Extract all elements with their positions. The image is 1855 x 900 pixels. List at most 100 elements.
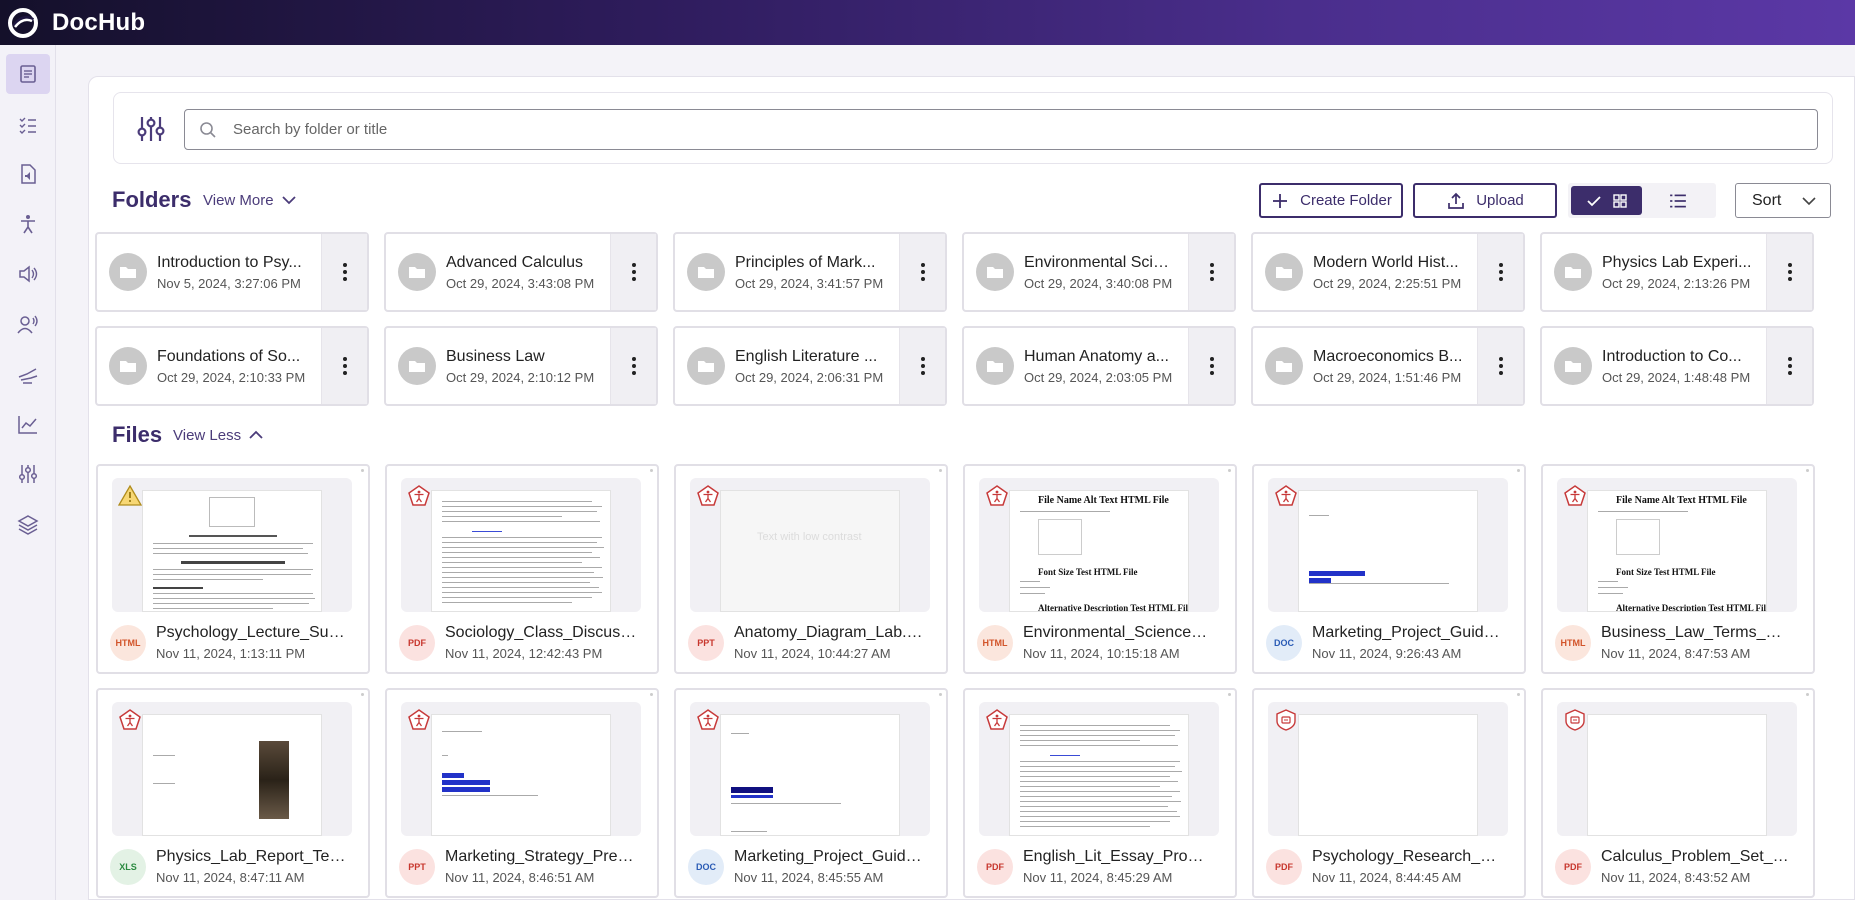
sidebar-item-settings[interactable] xyxy=(6,454,50,494)
folder-more-button[interactable] xyxy=(1766,328,1812,404)
file-card[interactable]: PDF English_Lit_Essay_Prompt... Nov 11, 20… xyxy=(963,688,1237,898)
folder-open-area[interactable]: Principles of Mark... Oct 29, 2024, 3:41:… xyxy=(675,234,899,310)
sidebar-item-checklist[interactable] xyxy=(6,104,50,144)
folder-more-button[interactable] xyxy=(1766,234,1812,310)
folder-open-area[interactable]: Foundations of So... Oct 29, 2024, 2:10:3… xyxy=(97,328,321,404)
file-thumbnail[interactable] xyxy=(401,702,641,836)
folder-more-button[interactable] xyxy=(321,328,367,404)
sidebar-item-sign-language[interactable] xyxy=(6,354,50,394)
file-card[interactable]: DOC Marketing_Project_Guidel... Nov 11, 20… xyxy=(1252,464,1526,674)
grid-view-button[interactable] xyxy=(1571,186,1642,215)
folder-open-area[interactable]: Macroeconomics B... Oct 29, 2024, 1:51:46… xyxy=(1253,328,1477,404)
sort-button[interactable]: Sort xyxy=(1735,183,1831,218)
folder-open-area[interactable]: Environmental Scie... Oct 29, 2024, 3:40:… xyxy=(964,234,1188,310)
folder-open-area[interactable]: Human Anatomy a... Oct 29, 2024, 2:03:05 … xyxy=(964,328,1188,404)
folder-open-area[interactable]: Introduction to Co... Oct 29, 2024, 1:48:… xyxy=(1542,328,1766,404)
app-name: DocHub xyxy=(52,8,146,36)
search-input[interactable] xyxy=(233,121,1793,138)
folder-date: Oct 29, 2024, 2:25:51 PM xyxy=(1313,275,1462,291)
sidebar-item-audio-files[interactable] xyxy=(6,154,50,194)
folder-card[interactable]: Advanced Calculus Oct 29, 2024, 3:43:08 P… xyxy=(384,232,658,312)
filter-button[interactable] xyxy=(136,114,166,144)
card-corner-dot xyxy=(1517,693,1520,696)
sidebar-item-analytics[interactable] xyxy=(6,404,50,444)
folder-more-button[interactable] xyxy=(899,328,945,404)
kebab-menu-icon xyxy=(342,263,347,281)
folder-card[interactable]: Human Anatomy a... Oct 29, 2024, 2:03:05 … xyxy=(962,326,1236,406)
file-type-label: XLS xyxy=(119,861,137,872)
sidebar-item-accessibility[interactable] xyxy=(6,204,50,244)
file-type-label: PPT xyxy=(408,861,426,872)
folder-card[interactable]: Modern World Hist... Oct 29, 2024, 2:25:5… xyxy=(1251,232,1525,312)
file-thumbnail[interactable] xyxy=(1268,702,1508,836)
file-card[interactable]: PDF Sociology_Class_Discussi... Nov 11, 20… xyxy=(385,464,659,674)
list-view-button[interactable] xyxy=(1642,186,1713,215)
folder-more-button[interactable] xyxy=(321,234,367,310)
file-type-label: HTML xyxy=(1560,637,1586,648)
folder-open-area[interactable]: Modern World Hist... Oct 29, 2024, 2:25:5… xyxy=(1253,234,1477,310)
file-card[interactable]: DOC Marketing_Project_Guidel... Nov 11, 20… xyxy=(674,688,948,898)
file-date: Nov 11, 2024, 8:45:55 AM xyxy=(734,870,884,885)
folder-card[interactable]: Macroeconomics B... Oct 29, 2024, 1:51:46… xyxy=(1251,326,1525,406)
create-folder-button[interactable]: Create Folder xyxy=(1259,183,1403,218)
folder-more-button[interactable] xyxy=(1188,234,1234,310)
folder-more-button[interactable] xyxy=(899,234,945,310)
folder-open-area[interactable]: Advanced Calculus Oct 29, 2024, 3:43:08 P… xyxy=(386,234,610,310)
files-view-less-toggle[interactable]: View Less xyxy=(173,426,265,444)
folder-more-button[interactable] xyxy=(610,328,656,404)
file-thumbnail[interactable]: File Name Alt Text HTML File Font Size Te… xyxy=(979,478,1219,612)
folder-card[interactable]: Introduction to Psy... Nov 5, 2024, 3:27:… xyxy=(95,232,369,312)
sidebar-item-audio[interactable] xyxy=(6,254,50,294)
folder-more-button[interactable] xyxy=(1188,328,1234,404)
folder-open-area[interactable]: Physics Lab Experi... Oct 29, 2024, 2:13:… xyxy=(1542,234,1766,310)
file-thumbnail[interactable] xyxy=(112,702,352,836)
folder-card[interactable]: Environmental Scie... Oct 29, 2024, 3:40:… xyxy=(962,232,1236,312)
file-thumbnail[interactable] xyxy=(1557,702,1797,836)
file-type-icon: DOC xyxy=(688,848,724,885)
file-card[interactable]: File Name Alt Text HTML File Font Size Te… xyxy=(963,464,1237,674)
folder-icon xyxy=(1265,347,1303,385)
folder-more-button[interactable] xyxy=(610,234,656,310)
file-card[interactable]: HTML Psychology_Lecture_Sum... Nov 11, 202… xyxy=(96,464,370,674)
folder-card[interactable]: Introduction to Co... Oct 29, 2024, 1:48:… xyxy=(1540,326,1814,406)
folder-date: Oct 29, 2024, 1:48:48 PM xyxy=(1602,369,1751,385)
folder-card[interactable]: English Literature ... Oct 29, 2024, 2:06… xyxy=(673,326,947,406)
file-thumbnail[interactable] xyxy=(1268,478,1508,612)
file-thumbnail[interactable]: Text with low contrast xyxy=(690,478,930,612)
folder-card[interactable]: Foundations of So... Oct 29, 2024, 2:10:3… xyxy=(95,326,369,406)
file-card[interactable]: PPT Marketing_Strategy_Pres... Nov 11, 202… xyxy=(385,688,659,898)
folder-card[interactable]: Business Law Oct 29, 2024, 2:10:12 PM xyxy=(384,326,658,406)
app-logo[interactable]: DocHub xyxy=(6,6,145,40)
file-type-icon: XLS xyxy=(110,848,146,885)
file-thumbnail[interactable] xyxy=(112,478,352,612)
folder-name: Modern World Hist... xyxy=(1313,253,1459,271)
folder-open-area[interactable]: Introduction to Psy... Nov 5, 2024, 3:27:… xyxy=(97,234,321,310)
file-card[interactable]: Text with low contrast PPT Anatomy_Diagram… xyxy=(674,464,948,674)
file-thumbnail[interactable] xyxy=(401,478,641,612)
file-type-label: PDF xyxy=(408,637,426,648)
folder-icon xyxy=(109,347,147,385)
folder-card[interactable]: Physics Lab Experi... Oct 29, 2024, 2:13:… xyxy=(1540,232,1814,312)
file-card[interactable]: PDF Calculus_Problem_Set_1.... Nov 11, 202… xyxy=(1541,688,1815,898)
folder-more-button[interactable] xyxy=(1477,328,1523,404)
card-corner-dot xyxy=(1806,693,1809,696)
sidebar-item-documents[interactable] xyxy=(5,54,50,94)
folder-open-area[interactable]: English Literature ... Oct 29, 2024, 2:06… xyxy=(675,328,899,404)
upload-button[interactable]: Upload xyxy=(1413,183,1557,218)
card-corner-dot xyxy=(1228,469,1231,472)
file-thumbnail[interactable] xyxy=(979,702,1219,836)
thumbnail-page xyxy=(431,490,611,612)
folder-open-area[interactable]: Business Law Oct 29, 2024, 2:10:12 PM xyxy=(386,328,610,404)
folder-more-button[interactable] xyxy=(1477,234,1523,310)
folder-card[interactable]: Principles of Mark... Oct 29, 2024, 3:41:… xyxy=(673,232,947,312)
file-card[interactable]: PDF Psychology_Research_Ar... Nov 11, 2024… xyxy=(1252,688,1526,898)
folders-view-more-toggle[interactable]: View More xyxy=(203,191,298,209)
file-card[interactable]: XLS Physics_Lab_Report_Tem... Nov 11, 2024… xyxy=(96,688,370,898)
sidebar-item-layers[interactable] xyxy=(6,504,50,544)
file-name: Psychology_Lecture_Sum... xyxy=(156,624,348,641)
folder-name: Physics Lab Experi... xyxy=(1602,253,1752,271)
file-thumbnail[interactable]: File Name Alt Text HTML File Font Size Te… xyxy=(1557,478,1797,612)
sidebar-item-voice[interactable] xyxy=(6,304,50,344)
file-card[interactable]: File Name Alt Text HTML File Font Size Te… xyxy=(1541,464,1815,674)
file-thumbnail[interactable] xyxy=(690,702,930,836)
